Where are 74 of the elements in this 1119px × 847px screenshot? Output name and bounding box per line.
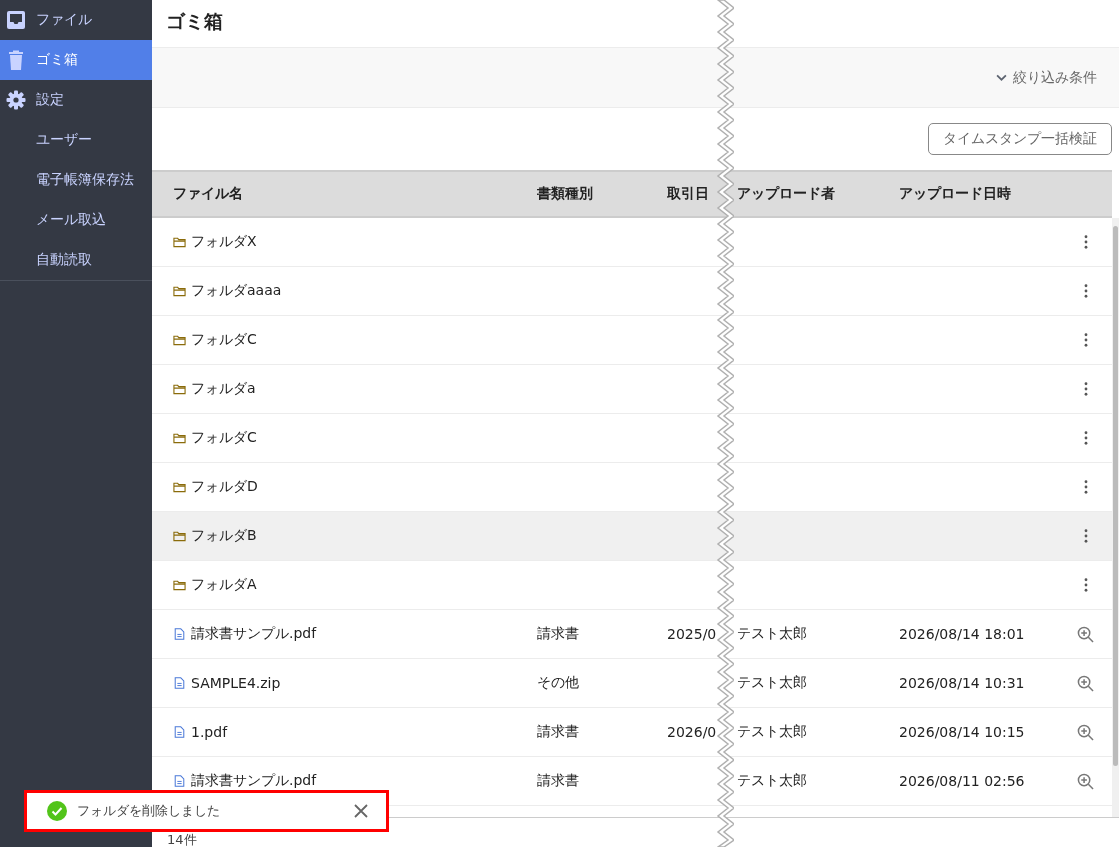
folder-icon: [173, 579, 186, 591]
close-icon[interactable]: [354, 804, 368, 818]
table-cell: テスト太郎: [737, 625, 807, 643]
table-cell: テスト太郎: [737, 674, 807, 692]
more-icon[interactable]: [1083, 578, 1088, 592]
trash-icon: [6, 50, 26, 70]
folder-icon: [173, 334, 186, 346]
table-row[interactable]: フォルダB: [152, 512, 1112, 561]
zoom-in-icon[interactable]: [1077, 625, 1094, 643]
table-cell: 2025/0: [667, 626, 717, 642]
sidebar-item[interactable]: メール取込: [0, 200, 152, 240]
sidebar-item[interactable]: 設定: [0, 80, 152, 120]
file-name: フォルダX: [191, 233, 257, 251]
more-icon[interactable]: [1083, 382, 1088, 396]
zoom-in-icon[interactable]: [1077, 772, 1094, 790]
column-header: アップロード者: [737, 185, 836, 203]
file-name: フォルダC: [191, 429, 257, 447]
sidebar-item[interactable]: ファイル: [0, 0, 152, 40]
folder-icon: [173, 481, 186, 493]
more-icon[interactable]: [1083, 235, 1088, 249]
table-cell: テスト太郎: [737, 772, 807, 790]
more-icon[interactable]: [1083, 529, 1088, 543]
table-cell: 2026/0: [667, 724, 717, 740]
scrollbar[interactable]: [1112, 218, 1119, 817]
zoom-in-icon[interactable]: [1077, 723, 1094, 741]
file-name: 請求書サンプル.pdf: [191, 772, 317, 790]
folder-icon: [173, 236, 186, 248]
more-icon[interactable]: [1083, 431, 1088, 445]
file-name: フォルダD: [191, 478, 258, 496]
more-icon[interactable]: [1083, 284, 1088, 298]
sidebar-item[interactable]: 電子帳簿保存法: [0, 160, 152, 200]
file-name: フォルダaaaa: [191, 282, 282, 300]
table-cell: 2026/08/14 18:01: [899, 626, 1025, 642]
file-name: SAMPLE4.zip: [191, 675, 281, 691]
file-name: フォルダB: [191, 527, 257, 545]
file-name: フォルダC: [191, 331, 257, 349]
table-cell: 2026/08/11 02:56: [899, 773, 1025, 789]
sidebar-item[interactable]: ユーザー: [0, 120, 152, 160]
document-icon: [173, 628, 186, 640]
table-cell: 2026/08/14 10:31: [899, 675, 1025, 691]
folder-icon: [173, 432, 186, 444]
verify-button[interactable]: タイムスタンプ一括検証: [928, 123, 1112, 155]
column-header: アップロード日時: [899, 185, 1012, 203]
document-icon: [173, 677, 186, 689]
sidebar-item[interactable]: ゴミ箱: [0, 40, 152, 80]
item-count: 14件: [167, 832, 197, 847]
table-cell: 請求書: [537, 723, 579, 741]
more-icon[interactable]: [1083, 333, 1088, 347]
table-cell: 請求書: [537, 772, 579, 790]
page-title: ゴミ箱: [165, 9, 224, 34]
folder-icon: [173, 530, 186, 542]
table-cell: 請求書: [537, 625, 579, 643]
column-header: 書類種別: [537, 185, 594, 203]
folder-icon: [173, 383, 186, 395]
inbox-icon: [6, 10, 26, 30]
folder-icon: [173, 285, 186, 297]
column-header: 取引日: [667, 185, 710, 203]
zoom-in-icon[interactable]: [1077, 674, 1094, 692]
table-cell: 2026/08/14 10:15: [899, 724, 1025, 740]
document-icon: [173, 775, 186, 787]
settings-icon: [6, 90, 26, 110]
file-name: フォルダa: [191, 380, 256, 398]
file-name: フォルダA: [191, 576, 257, 594]
document-icon: [173, 726, 186, 738]
more-icon[interactable]: [1083, 480, 1088, 494]
file-name: 1.pdf: [191, 724, 228, 740]
chevron-icon: [996, 74, 1007, 81]
filter-toggle[interactable]: 絞り込み条件: [992, 64, 1101, 91]
column-header: ファイル名: [172, 185, 244, 203]
table-cell: その他: [537, 674, 579, 692]
check-circle-icon: [47, 801, 67, 821]
table-cell: テスト太郎: [737, 723, 807, 741]
file-name: 請求書サンプル.pdf: [191, 625, 317, 643]
sidebar-item[interactable]: 自動読取: [0, 240, 152, 280]
